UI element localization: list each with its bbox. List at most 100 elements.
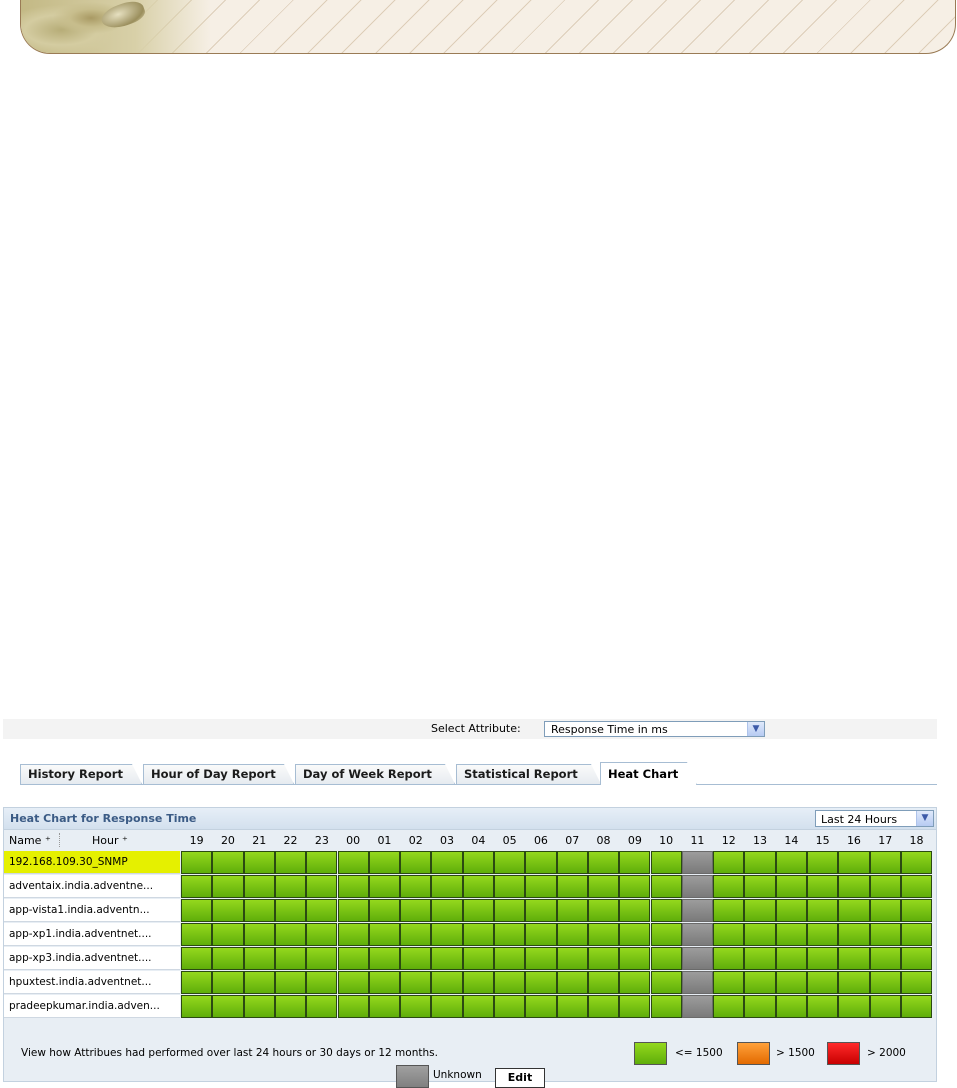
heat-cell[interactable] [462,923,494,946]
heat-cell[interactable] [807,971,839,994]
heat-cell[interactable] [807,947,839,970]
heat-cell[interactable] [494,875,526,898]
period-select[interactable]: Last 24 Hours ▼ [815,810,934,827]
heat-cell[interactable] [431,971,463,994]
heat-cell[interactable] [212,995,244,1018]
heat-cell[interactable] [556,851,588,874]
tab-history-report[interactable]: History Report [20,764,142,784]
heat-cell[interactable] [681,971,714,994]
heat-cell[interactable] [243,923,275,946]
heat-cell[interactable] [494,995,526,1018]
heat-cell[interactable] [212,971,244,994]
heat-cell[interactable] [462,971,494,994]
heat-cell[interactable] [619,971,651,994]
heat-cell[interactable] [431,923,463,946]
heat-cell[interactable] [775,875,807,898]
heat-cell[interactable] [243,971,275,994]
heat-cell[interactable] [713,971,745,994]
heat-cell[interactable] [744,995,776,1018]
heat-cell[interactable] [306,971,338,994]
heat-cell[interactable] [681,923,714,946]
heat-cell[interactable] [368,923,401,946]
heat-cell[interactable] [368,875,401,898]
heat-cell[interactable] [368,947,401,970]
heat-cell[interactable] [431,995,463,1018]
heat-cell[interactable] [212,947,244,970]
heat-cell[interactable] [900,947,933,970]
heat-cell[interactable] [462,947,494,970]
heat-cell[interactable] [681,851,714,874]
heat-cell[interactable] [181,923,213,946]
heat-cell[interactable] [494,851,526,874]
monitor-name[interactable]: app-vista1.india.adventn... [4,899,180,922]
heat-cell[interactable] [494,923,526,946]
heat-cell[interactable] [619,899,651,922]
heat-cell[interactable] [368,851,401,874]
heat-cell[interactable] [713,995,745,1018]
heat-cell[interactable] [243,851,275,874]
heat-cell[interactable] [274,971,307,994]
heat-cell[interactable] [713,899,745,922]
heat-cell[interactable] [713,851,745,874]
heat-cell[interactable] [900,851,933,874]
heat-cell[interactable] [243,947,275,970]
heat-cell[interactable] [400,851,432,874]
heat-cell[interactable] [274,899,307,922]
heat-cell[interactable] [274,923,307,946]
heat-cell[interactable] [556,971,588,994]
monitor-name[interactable]: 192.168.109.30_SNMP [4,851,180,874]
heat-cell[interactable] [274,947,307,970]
heat-cell[interactable] [306,899,338,922]
heat-cell[interactable] [775,923,807,946]
heat-cell[interactable] [525,923,557,946]
heat-cell[interactable] [681,995,714,1018]
heat-cell[interactable] [337,995,369,1018]
heat-cell[interactable] [306,923,338,946]
heat-cell[interactable] [556,947,588,970]
sort-icon[interactable]: ⁺ [45,834,51,847]
heat-cell[interactable] [525,971,557,994]
heat-cell[interactable] [650,923,682,946]
heat-cell[interactable] [556,923,588,946]
heat-cell[interactable] [556,995,588,1018]
heat-cell[interactable] [900,995,933,1018]
heat-cell[interactable] [400,947,432,970]
heat-cell[interactable] [744,923,776,946]
heat-cell[interactable] [838,899,870,922]
heat-cell[interactable] [619,851,651,874]
heat-cell[interactable] [807,899,839,922]
heat-cell[interactable] [775,971,807,994]
tab-heat-chart[interactable]: Heat Chart [600,762,697,785]
heat-cell[interactable] [306,875,338,898]
heat-cell[interactable] [525,875,557,898]
heat-cell[interactable] [306,995,338,1018]
heat-cell[interactable] [181,971,213,994]
tab-statistical-report[interactable]: Statistical Report [456,764,601,784]
heat-cell[interactable] [462,875,494,898]
heat-cell[interactable] [587,947,620,970]
heat-cell[interactable] [650,875,682,898]
heat-cell[interactable] [462,995,494,1018]
heat-cell[interactable] [368,899,401,922]
heat-cell[interactable] [181,899,213,922]
heat-cell[interactable] [212,923,244,946]
heat-cell[interactable] [869,899,901,922]
heat-cell[interactable] [368,995,401,1018]
name-column-header[interactable]: Name ⁺ [9,834,51,847]
heat-cell[interactable] [337,971,369,994]
heat-cell[interactable] [400,875,432,898]
heat-cell[interactable] [619,995,651,1018]
heat-cell[interactable] [900,899,933,922]
heat-cell[interactable] [462,851,494,874]
heat-cell[interactable] [900,875,933,898]
heat-cell[interactable] [243,875,275,898]
heat-cell[interactable] [494,899,526,922]
heat-cell[interactable] [556,899,588,922]
heat-cell[interactable] [400,971,432,994]
heat-cell[interactable] [181,875,213,898]
heat-cell[interactable] [713,923,745,946]
heat-cell[interactable] [400,923,432,946]
heat-cell[interactable] [900,971,933,994]
heat-cell[interactable] [869,995,901,1018]
heat-cell[interactable] [900,923,933,946]
